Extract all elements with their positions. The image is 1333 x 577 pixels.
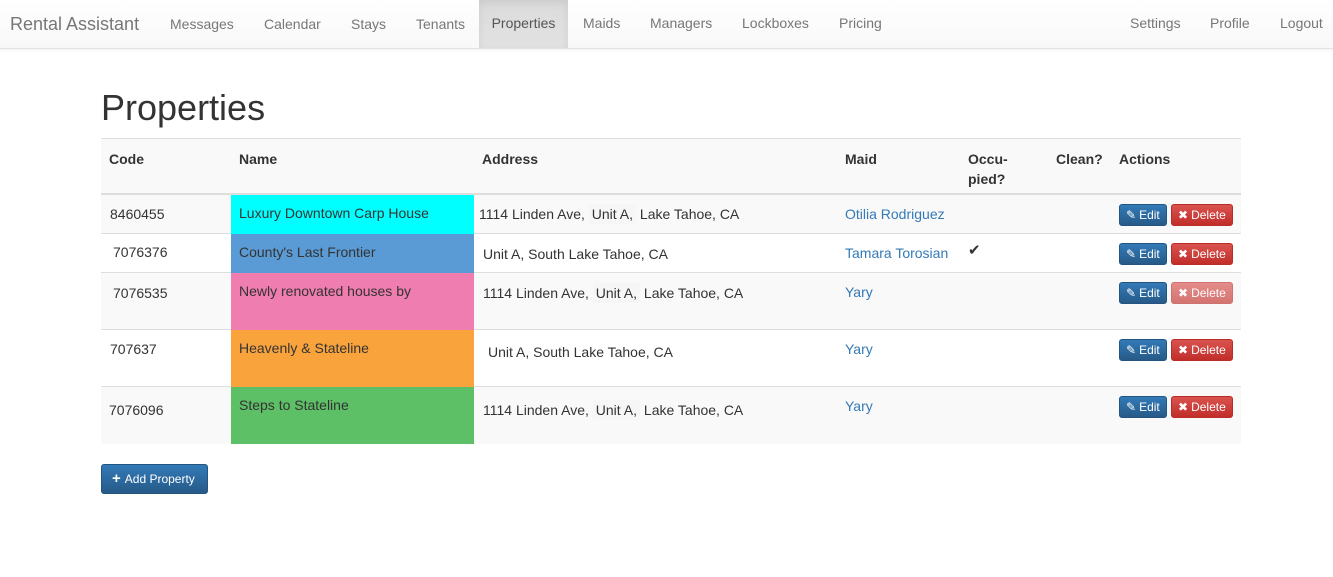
delete-button[interactable]: ✖ Delete bbox=[1171, 396, 1233, 418]
nav-logout[interactable]: Logout bbox=[1280, 0, 1323, 48]
nav-calendar[interactable]: Calendar bbox=[264, 0, 321, 48]
plus-icon: + bbox=[112, 470, 121, 487]
maid-link[interactable]: Yary bbox=[845, 396, 873, 416]
nav-profile[interactable]: Profile bbox=[1210, 0, 1250, 48]
edit-icon: ✎ bbox=[1126, 286, 1137, 300]
maid-link[interactable]: Yary bbox=[845, 339, 873, 359]
property-code: 7076096 bbox=[109, 402, 164, 418]
nav-stays[interactable]: Stays bbox=[351, 0, 386, 48]
maid-link[interactable]: Yary bbox=[845, 282, 873, 302]
close-icon: ✖ bbox=[1178, 286, 1189, 300]
property-name: Luxury Downtown Carp House bbox=[231, 195, 474, 234]
property-name: Newly renovated houses by bbox=[231, 273, 474, 330]
close-icon: ✖ bbox=[1178, 400, 1189, 414]
header-clean: Clean? bbox=[1056, 151, 1103, 167]
nav-messages[interactable]: Messages bbox=[170, 0, 234, 48]
edit-icon: ✎ bbox=[1126, 208, 1137, 222]
property-code: 707637 bbox=[110, 341, 157, 357]
header-code: Code bbox=[109, 151, 144, 167]
property-code: 7076376 bbox=[113, 244, 168, 260]
nav-lockboxes[interactable]: Lockboxes bbox=[742, 0, 809, 48]
property-address: 1114 Linden Ave, Unit A, Lake Tahoe, CA bbox=[479, 204, 740, 224]
close-icon: ✖ bbox=[1178, 343, 1189, 357]
edit-button[interactable]: ✎ Edit bbox=[1119, 282, 1167, 304]
nav-maids[interactable]: Maids bbox=[583, 0, 620, 48]
table-row: 7076096 Steps to Stateline 1114 Linden A… bbox=[101, 387, 1241, 444]
nav-managers[interactable]: Managers bbox=[650, 0, 712, 48]
table-row: 7076535 Newly renovated houses by 1114 L… bbox=[101, 273, 1241, 330]
property-address: Unit A, South Lake Tahoe, CA bbox=[488, 344, 673, 360]
delete-button[interactable]: ✖ Delete bbox=[1171, 282, 1233, 304]
nav-tenants[interactable]: Tenants bbox=[416, 0, 465, 48]
close-icon: ✖ bbox=[1178, 247, 1189, 261]
edit-icon: ✎ bbox=[1126, 247, 1137, 261]
delete-button[interactable]: ✖ Delete bbox=[1171, 204, 1233, 226]
close-icon: ✖ bbox=[1178, 208, 1189, 222]
header-maid: Maid bbox=[845, 151, 877, 167]
page-title: Properties bbox=[101, 87, 266, 128]
delete-button[interactable]: ✖ Delete bbox=[1171, 243, 1233, 265]
top-navbar: Rental Assistant Messages Calendar Stays… bbox=[0, 0, 1333, 49]
header-occupied: Occu- pied? bbox=[968, 151, 1008, 187]
property-address: Unit A, South Lake Tahoe, CA bbox=[483, 246, 668, 262]
delete-button[interactable]: ✖ Delete bbox=[1171, 339, 1233, 361]
table-header: Code Name Address Maid Occu- pied? Clean… bbox=[101, 138, 1241, 195]
add-property-button[interactable]: + Add Property bbox=[101, 464, 208, 494]
property-code: 7076535 bbox=[113, 285, 168, 301]
property-address: 1114 Linden Ave, Unit A, Lake Tahoe, CA bbox=[483, 400, 744, 420]
nav-properties[interactable]: Properties bbox=[479, 0, 568, 48]
edit-button[interactable]: ✎ Edit bbox=[1119, 204, 1167, 226]
header-actions: Actions bbox=[1119, 151, 1171, 167]
property-name: County's Last Frontier bbox=[231, 234, 474, 273]
maid-link[interactable]: Tamara Torosian bbox=[845, 243, 948, 263]
edit-button[interactable]: ✎ Edit bbox=[1119, 396, 1167, 418]
edit-icon: ✎ bbox=[1126, 400, 1137, 414]
table-row: 8460455 Luxury Downtown Carp House 1114 … bbox=[101, 195, 1241, 234]
brand-link[interactable]: Rental Assistant bbox=[10, 14, 139, 35]
table-row: 707637 Heavenly & Stateline Unit A, Sout… bbox=[101, 330, 1241, 387]
table-row: 7076376 County's Last Frontier Unit A, S… bbox=[101, 234, 1241, 273]
edit-button[interactable]: ✎ Edit bbox=[1119, 243, 1167, 265]
property-code: 8460455 bbox=[110, 206, 165, 222]
property-name: Heavenly & Stateline bbox=[231, 330, 474, 387]
header-address: Address bbox=[482, 151, 539, 167]
edit-icon: ✎ bbox=[1126, 343, 1137, 357]
header-name: Name bbox=[239, 151, 278, 167]
property-name: Steps to Stateline bbox=[231, 387, 474, 444]
occupied-check-icon: ✔ bbox=[968, 242, 981, 259]
edit-button[interactable]: ✎ Edit bbox=[1119, 339, 1167, 361]
maid-link[interactable]: Otilia Rodriguez bbox=[845, 204, 945, 224]
property-address: 1114 Linden Ave, Unit A, Lake Tahoe, CA bbox=[483, 283, 744, 303]
nav-pricing[interactable]: Pricing bbox=[839, 0, 882, 48]
nav-settings[interactable]: Settings bbox=[1130, 0, 1181, 48]
